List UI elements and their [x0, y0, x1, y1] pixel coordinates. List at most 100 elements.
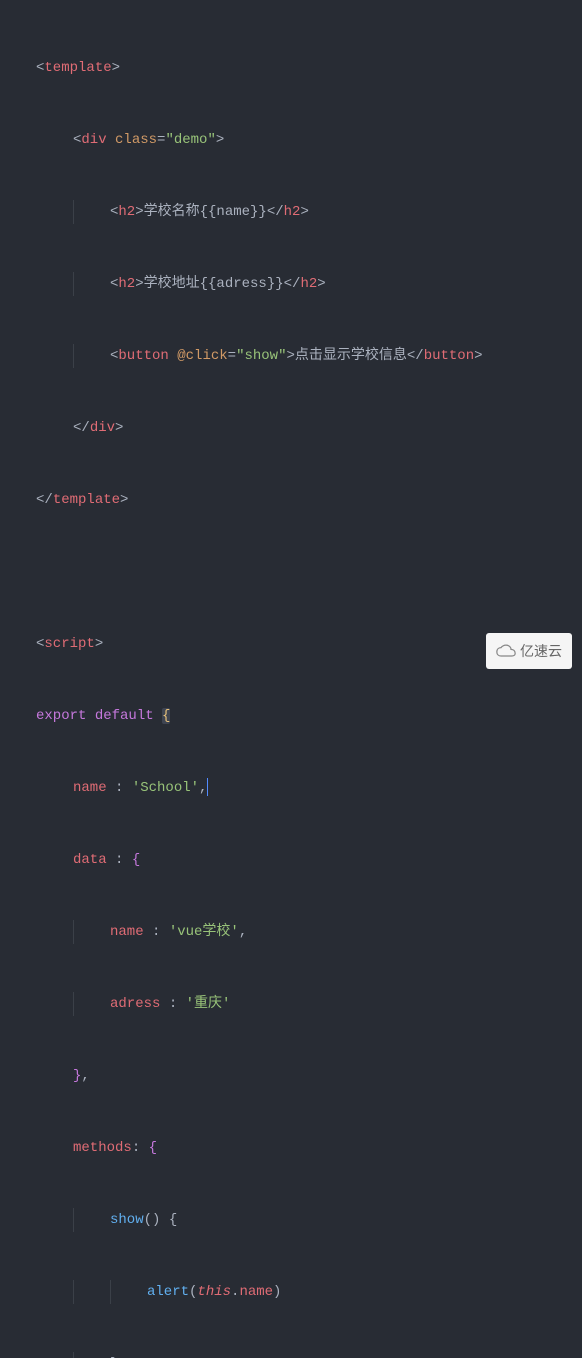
attr-class: class — [115, 132, 157, 148]
bracket: > — [300, 204, 308, 220]
paren: ( — [189, 1284, 197, 1300]
code-line: adress : '重庆' — [36, 992, 582, 1016]
brace: } — [110, 1356, 118, 1358]
fn-alert: alert — [147, 1284, 189, 1300]
cloud-icon — [496, 644, 516, 658]
bracket: > — [112, 60, 120, 76]
parens: () — [144, 1212, 161, 1228]
bracket: > — [286, 348, 294, 364]
code-line: </template> — [36, 488, 582, 512]
tag-template: template — [44, 60, 111, 76]
bracket: </ — [36, 492, 53, 508]
line-number — [0, 584, 12, 608]
bracket: </ — [407, 348, 424, 364]
text-content: 学校名称{{name}} — [144, 204, 267, 220]
keyword-default: default — [95, 708, 154, 724]
comma: , — [81, 1068, 89, 1084]
line-number — [0, 8, 12, 32]
colon: : — [160, 996, 185, 1012]
line-number — [0, 560, 12, 584]
brace: { — [149, 1140, 157, 1156]
prop-data: data — [73, 852, 107, 868]
string-value: 'School' — [132, 780, 199, 796]
keyword-export: export — [36, 708, 86, 724]
code-line: data : { — [36, 848, 582, 872]
prop-name: name — [73, 780, 107, 796]
brace: } — [73, 1068, 81, 1084]
bracket: </ — [73, 420, 90, 436]
keyword-this: this — [197, 1284, 231, 1300]
line-number — [0, 344, 12, 368]
line-number — [0, 272, 12, 296]
attr-click: @click — [177, 348, 227, 364]
brace: { — [132, 852, 140, 868]
line-number — [0, 56, 12, 80]
code-line: <div class="demo"> — [36, 128, 582, 152]
line-number — [0, 632, 12, 656]
line-number — [0, 464, 12, 488]
string-value: '重庆' — [186, 996, 231, 1012]
bracket: > — [135, 204, 143, 220]
line-number — [0, 608, 12, 632]
bracket: > — [216, 132, 224, 148]
tag-script: script — [44, 636, 94, 652]
tag-div: div — [90, 420, 115, 436]
colon: : — [107, 780, 132, 796]
line-number — [0, 104, 12, 128]
code-line-empty — [36, 560, 582, 584]
line-number — [0, 80, 12, 104]
tag-h2: h2 — [118, 204, 135, 220]
line-number — [0, 152, 12, 176]
code-line: }, — [36, 1064, 582, 1088]
tag-button: button — [118, 348, 168, 364]
code-line: <template> — [36, 56, 582, 80]
prop-name: name — [239, 1284, 273, 1300]
bracket: </ — [284, 276, 301, 292]
dot: . — [231, 1284, 239, 1300]
code-line: name : 'School', — [36, 776, 582, 800]
colon: : — [132, 1140, 149, 1156]
cursor — [207, 778, 208, 796]
bracket: > — [317, 276, 325, 292]
code-line: methods: { — [36, 1136, 582, 1160]
colon: : — [144, 924, 169, 940]
code-line: <h2>学校地址{{adress}}</h2> — [36, 272, 582, 296]
bracket: > — [120, 492, 128, 508]
line-number — [0, 320, 12, 344]
watermark-text: 亿速云 — [520, 639, 562, 663]
string-value: 'vue学校' — [169, 924, 239, 940]
code-line: } — [36, 1352, 582, 1358]
watermark-badge: 亿速云 — [486, 633, 572, 669]
line-number — [0, 416, 12, 440]
code-line: alert(this.name) — [36, 1280, 582, 1304]
code-area[interactable]: <template> <div class="demo"> <h2>学校名称{{… — [20, 0, 582, 679]
tag-h2: h2 — [300, 276, 317, 292]
line-number — [0, 368, 12, 392]
fn-show: show — [110, 1212, 144, 1228]
line-number — [0, 392, 12, 416]
line-number-gutter — [0, 0, 20, 679]
tag-h2: h2 — [284, 204, 301, 220]
tag-template: template — [53, 492, 120, 508]
prop-methods: methods — [73, 1140, 132, 1156]
colon: : — [107, 852, 132, 868]
bracket: > — [115, 420, 123, 436]
line-number — [0, 512, 12, 536]
bracket: > — [95, 636, 103, 652]
line-number — [0, 440, 12, 464]
bracket: > — [474, 348, 482, 364]
line-number — [0, 536, 12, 560]
bracket: > — [135, 276, 143, 292]
line-number — [0, 32, 12, 56]
code-line: <h2>学校名称{{name}}</h2> — [36, 200, 582, 224]
paren: ) — [273, 1284, 281, 1300]
line-number — [0, 248, 12, 272]
code-line: name : 'vue学校', — [36, 920, 582, 944]
code-line: <button @click="show">点击显示学校信息</button> — [36, 344, 582, 368]
brace: { — [162, 708, 170, 724]
prop-adress: adress — [110, 996, 160, 1012]
tag-button: button — [424, 348, 474, 364]
comma: , — [239, 924, 247, 940]
code-line: show() { — [36, 1208, 582, 1232]
text-content: 学校地址{{adress}} — [144, 276, 284, 292]
